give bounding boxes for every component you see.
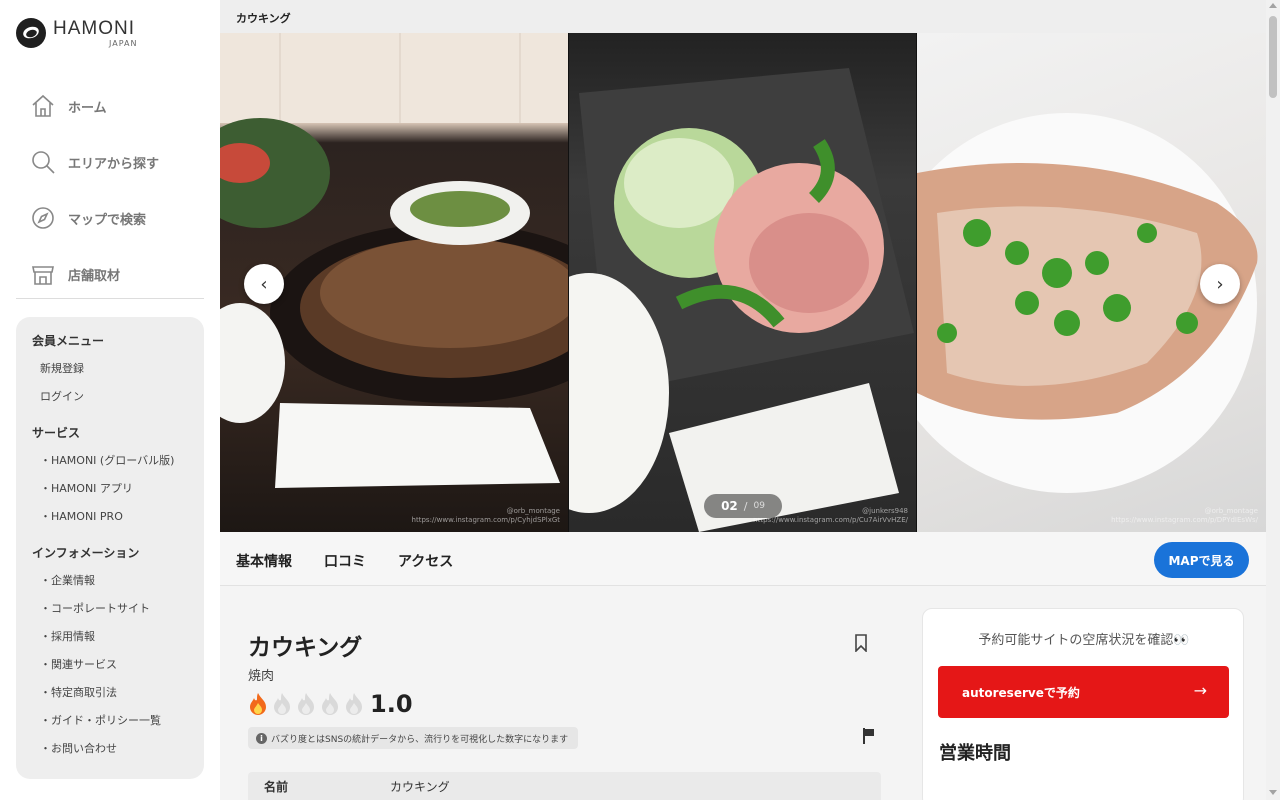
menu-link-commerce-law[interactable]: ・特定商取引法 xyxy=(32,679,188,707)
gallery-current: 02 xyxy=(721,499,738,513)
autoreserve-label: autoreserveで予約 xyxy=(962,686,1080,700)
menu-link-global[interactable]: ・HAMONI (グローバル版) xyxy=(32,447,188,475)
gallery-total: 09 xyxy=(753,501,765,511)
buzz-rating: 1.0 xyxy=(248,690,413,718)
scroll-thumb[interactable] xyxy=(1269,16,1277,98)
scrollbar[interactable] xyxy=(1266,0,1280,800)
flame-icon xyxy=(322,693,338,715)
menu-link-related[interactable]: ・関連サービス xyxy=(32,651,188,679)
arrow-right-icon: → xyxy=(1193,681,1207,700)
nav-item-home[interactable]: ホーム xyxy=(30,78,159,134)
reservation-title: 予約可能サイトの空席状況を確認👀 xyxy=(978,633,1190,648)
section-tabs: 基本情報 口コミ アクセス MAPで見る xyxy=(220,532,1266,586)
menu-link-recruit[interactable]: ・採用情報 xyxy=(32,623,188,651)
menu-link-register[interactable]: 新規登録 xyxy=(32,355,188,383)
menu-link-app[interactable]: ・HAMONI アプリ xyxy=(32,475,188,503)
menu-heading: インフォメーション xyxy=(32,546,140,560)
flame-icon xyxy=(346,693,362,715)
scroll-down-icon[interactable] xyxy=(1269,790,1277,795)
detail-value: カウキング xyxy=(390,780,450,794)
map-button[interactable]: MAPで見る xyxy=(1154,542,1249,578)
divider xyxy=(16,298,204,299)
top-bar: カウキング xyxy=(220,0,1266,33)
nav-label: エリアから探す xyxy=(68,156,160,172)
store-icon xyxy=(32,266,54,285)
photo-credit: @orb_montage https://www.instagram.com/p… xyxy=(411,507,560,524)
page-title: カウキング xyxy=(236,12,291,25)
sidebar: HAMONI JAPAN ホーム エリアから探す マップで検索 店舗取材 会員メ… xyxy=(0,0,220,800)
brand-name: HAMONI xyxy=(53,17,135,39)
brand-logo[interactable]: HAMONI JAPAN xyxy=(16,18,137,48)
nav-label: 店舗取材 xyxy=(68,268,121,284)
shop-category: 焼肉 xyxy=(248,669,275,684)
brand-sub: JAPAN xyxy=(109,38,138,48)
flag-icon[interactable] xyxy=(862,727,876,745)
photo-illustration xyxy=(569,68,914,532)
member-menu: 会員メニュー 新規登録 ログイン サービス ・HAMONI (グローバル版) ・… xyxy=(16,317,204,779)
menu-heading: サービス xyxy=(32,426,81,440)
gallery-prev-button[interactable]: ‹ xyxy=(244,264,284,304)
tab-reviews[interactable]: 口コミ xyxy=(324,551,366,571)
scroll-up-icon[interactable] xyxy=(1269,3,1277,8)
business-hours-title: 営業時間 xyxy=(939,743,1011,764)
photo-credit: @orb_montage https://www.instagram.com/p… xyxy=(1111,507,1258,524)
flame-icon xyxy=(274,693,290,715)
gallery-next-button[interactable]: › xyxy=(1200,264,1240,304)
detail-key: 名前 xyxy=(264,780,289,794)
menu-group-service: サービス ・HAMONI (グローバル版) ・HAMONI アプリ ・HAMON… xyxy=(32,419,188,531)
photo-gallery[interactable]: @orb_montage https://www.instagram.com/p… xyxy=(220,33,1266,532)
tab-access[interactable]: アクセス xyxy=(398,551,453,571)
menu-group-info: インフォメーション ・企業情報 ・コーポレートサイト ・採用情報 ・関連サービス… xyxy=(32,539,188,763)
main-nav: ホーム エリアから探す マップで検索 店舗取材 xyxy=(30,78,159,302)
menu-group-member: 会員メニュー 新規登録 ログイン xyxy=(32,327,188,411)
logo-icon xyxy=(16,18,46,48)
info-icon: i xyxy=(256,732,267,744)
menu-link-login[interactable]: ログイン xyxy=(32,383,188,411)
gallery-counter: 02 / 09 xyxy=(704,494,782,518)
compass-icon xyxy=(32,207,54,229)
nav-item-area-search[interactable]: エリアから探す xyxy=(30,134,159,190)
detail-table: 名前 カウキング xyxy=(248,772,881,800)
flame-rating xyxy=(248,692,368,716)
autoreserve-button[interactable]: autoreserveで予約 → xyxy=(938,666,1229,718)
nav-item-map-search[interactable]: マップで検索 xyxy=(30,190,159,246)
gallery-photo[interactable]: @junkers948 https://www.instagram.com/p/… xyxy=(569,33,916,532)
menu-link-company[interactable]: ・企業情報 xyxy=(32,567,188,595)
home-icon xyxy=(32,94,54,117)
chevron-right-icon: › xyxy=(1216,273,1224,295)
rating-note: i バズり度とはSNSの統計データから、流行りを可視化した数字になります xyxy=(248,727,579,749)
nav-label: ホーム xyxy=(68,100,107,116)
tab-basic-info[interactable]: 基本情報 xyxy=(236,551,292,571)
search-icon xyxy=(32,151,55,174)
reservation-card: 予約可能サイトの空席状況を確認👀 autoreserveで予約 → 営業時間 xyxy=(922,608,1244,800)
bookmark-icon[interactable] xyxy=(854,634,868,652)
flame-icon xyxy=(298,693,314,715)
menu-link-contact[interactable]: ・お問い合わせ xyxy=(32,735,188,763)
rating-note-text: バズり度とはSNSの統計データから、流行りを可視化した数字になります xyxy=(271,734,569,745)
nav-label: マップで検索 xyxy=(68,212,147,228)
flame-icon xyxy=(250,693,266,715)
menu-link-corporate[interactable]: ・コーポレートサイト xyxy=(32,595,188,623)
menu-link-policy[interactable]: ・ガイド・ポリシー一覧 xyxy=(32,707,188,735)
menu-heading: 会員メニュー xyxy=(32,334,105,348)
nav-item-store-coverage[interactable]: 店舗取材 xyxy=(30,246,159,302)
gallery-separator: / xyxy=(743,499,748,513)
chevron-left-icon: ‹ xyxy=(260,273,268,295)
menu-link-pro[interactable]: ・HAMONI PRO xyxy=(32,503,188,531)
shop-name: カウキング xyxy=(248,635,363,661)
rating-score: 1.0 xyxy=(370,690,413,718)
